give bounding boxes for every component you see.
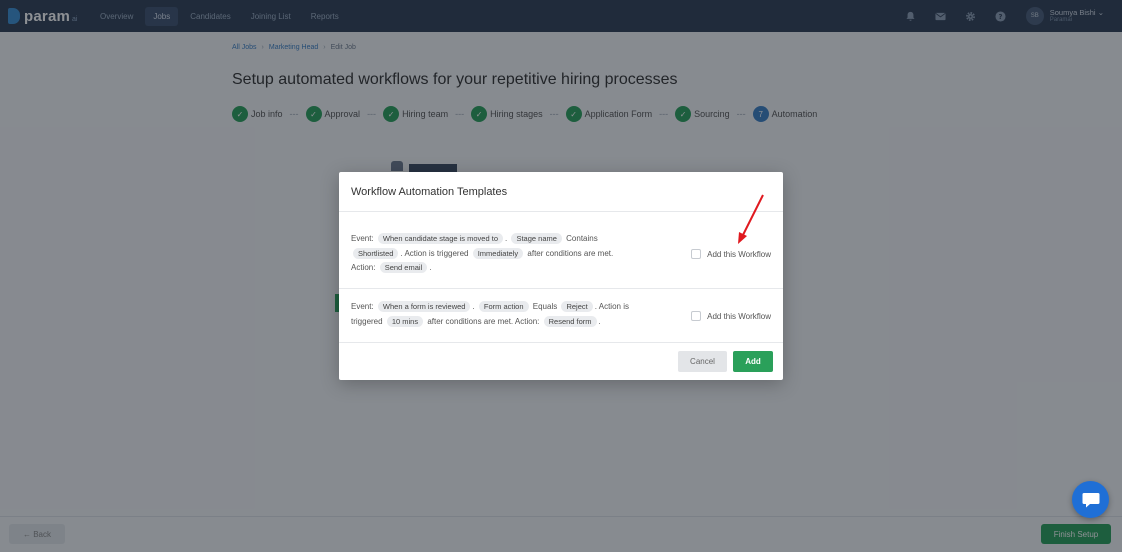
add-button[interactable]: Add: [733, 351, 773, 372]
workflow-description: Event: When candidate stage is moved to.…: [351, 232, 636, 276]
checkbox-box[interactable]: [691, 311, 702, 321]
workflow-description: Event: When a form is reviewed. Form act…: [351, 300, 636, 329]
annotation-arrow-icon: [738, 194, 764, 244]
modal-footer: Cancel Add: [339, 343, 783, 380]
event-label: Event:: [351, 234, 374, 243]
text-end: .: [429, 263, 432, 272]
event-chip: When a form is reviewed: [377, 301, 471, 312]
trigger-text: . Action is triggered: [400, 248, 469, 258]
operator-text: Contains: [566, 234, 598, 243]
add-workflow-checkbox[interactable]: Add this Workflow: [691, 249, 771, 259]
timing-chip: Immediately: [472, 247, 524, 259]
workflow-template-row: Event: When candidate stage is moved to.…: [339, 212, 783, 289]
timing-chip: 10 mins: [386, 315, 424, 327]
chat-button[interactable]: [1072, 481, 1109, 518]
after-text: after conditions are met. Action:: [427, 316, 540, 326]
workflow-templates-modal: Workflow Automation Templates Event: Whe…: [339, 172, 783, 380]
add-workflow-checkbox[interactable]: Add this Workflow: [691, 311, 771, 321]
checkbox-label: Add this Workflow: [707, 249, 771, 259]
action-chip: Send email: [379, 262, 428, 273]
event-chip: When candidate stage is moved to: [377, 233, 503, 244]
workflow-template-row: Event: When a form is reviewed. Form act…: [339, 289, 783, 343]
text-dot: .: [505, 234, 508, 243]
event-label: Event:: [351, 302, 374, 311]
field-chip: Stage name: [511, 233, 562, 244]
checkbox-box[interactable]: [691, 249, 702, 259]
modal-title: Workflow Automation Templates: [351, 185, 508, 198]
chat-icon: [1082, 492, 1099, 507]
text-dot: .: [472, 302, 475, 311]
after-text: after conditions are met.: [527, 248, 614, 258]
modal-header: Workflow Automation Templates: [339, 172, 783, 212]
field-chip: Form action: [478, 301, 529, 312]
cancel-button[interactable]: Cancel: [678, 351, 727, 372]
action-chip: Resend form: [543, 315, 597, 327]
text-end: .: [598, 316, 601, 326]
value-chip: Reject: [561, 301, 593, 312]
action-label: Action:: [351, 263, 376, 272]
operator-text: Equals: [532, 302, 558, 311]
value-chip: Shortlisted: [353, 247, 399, 259]
checkbox-label: Add this Workflow: [707, 311, 771, 321]
